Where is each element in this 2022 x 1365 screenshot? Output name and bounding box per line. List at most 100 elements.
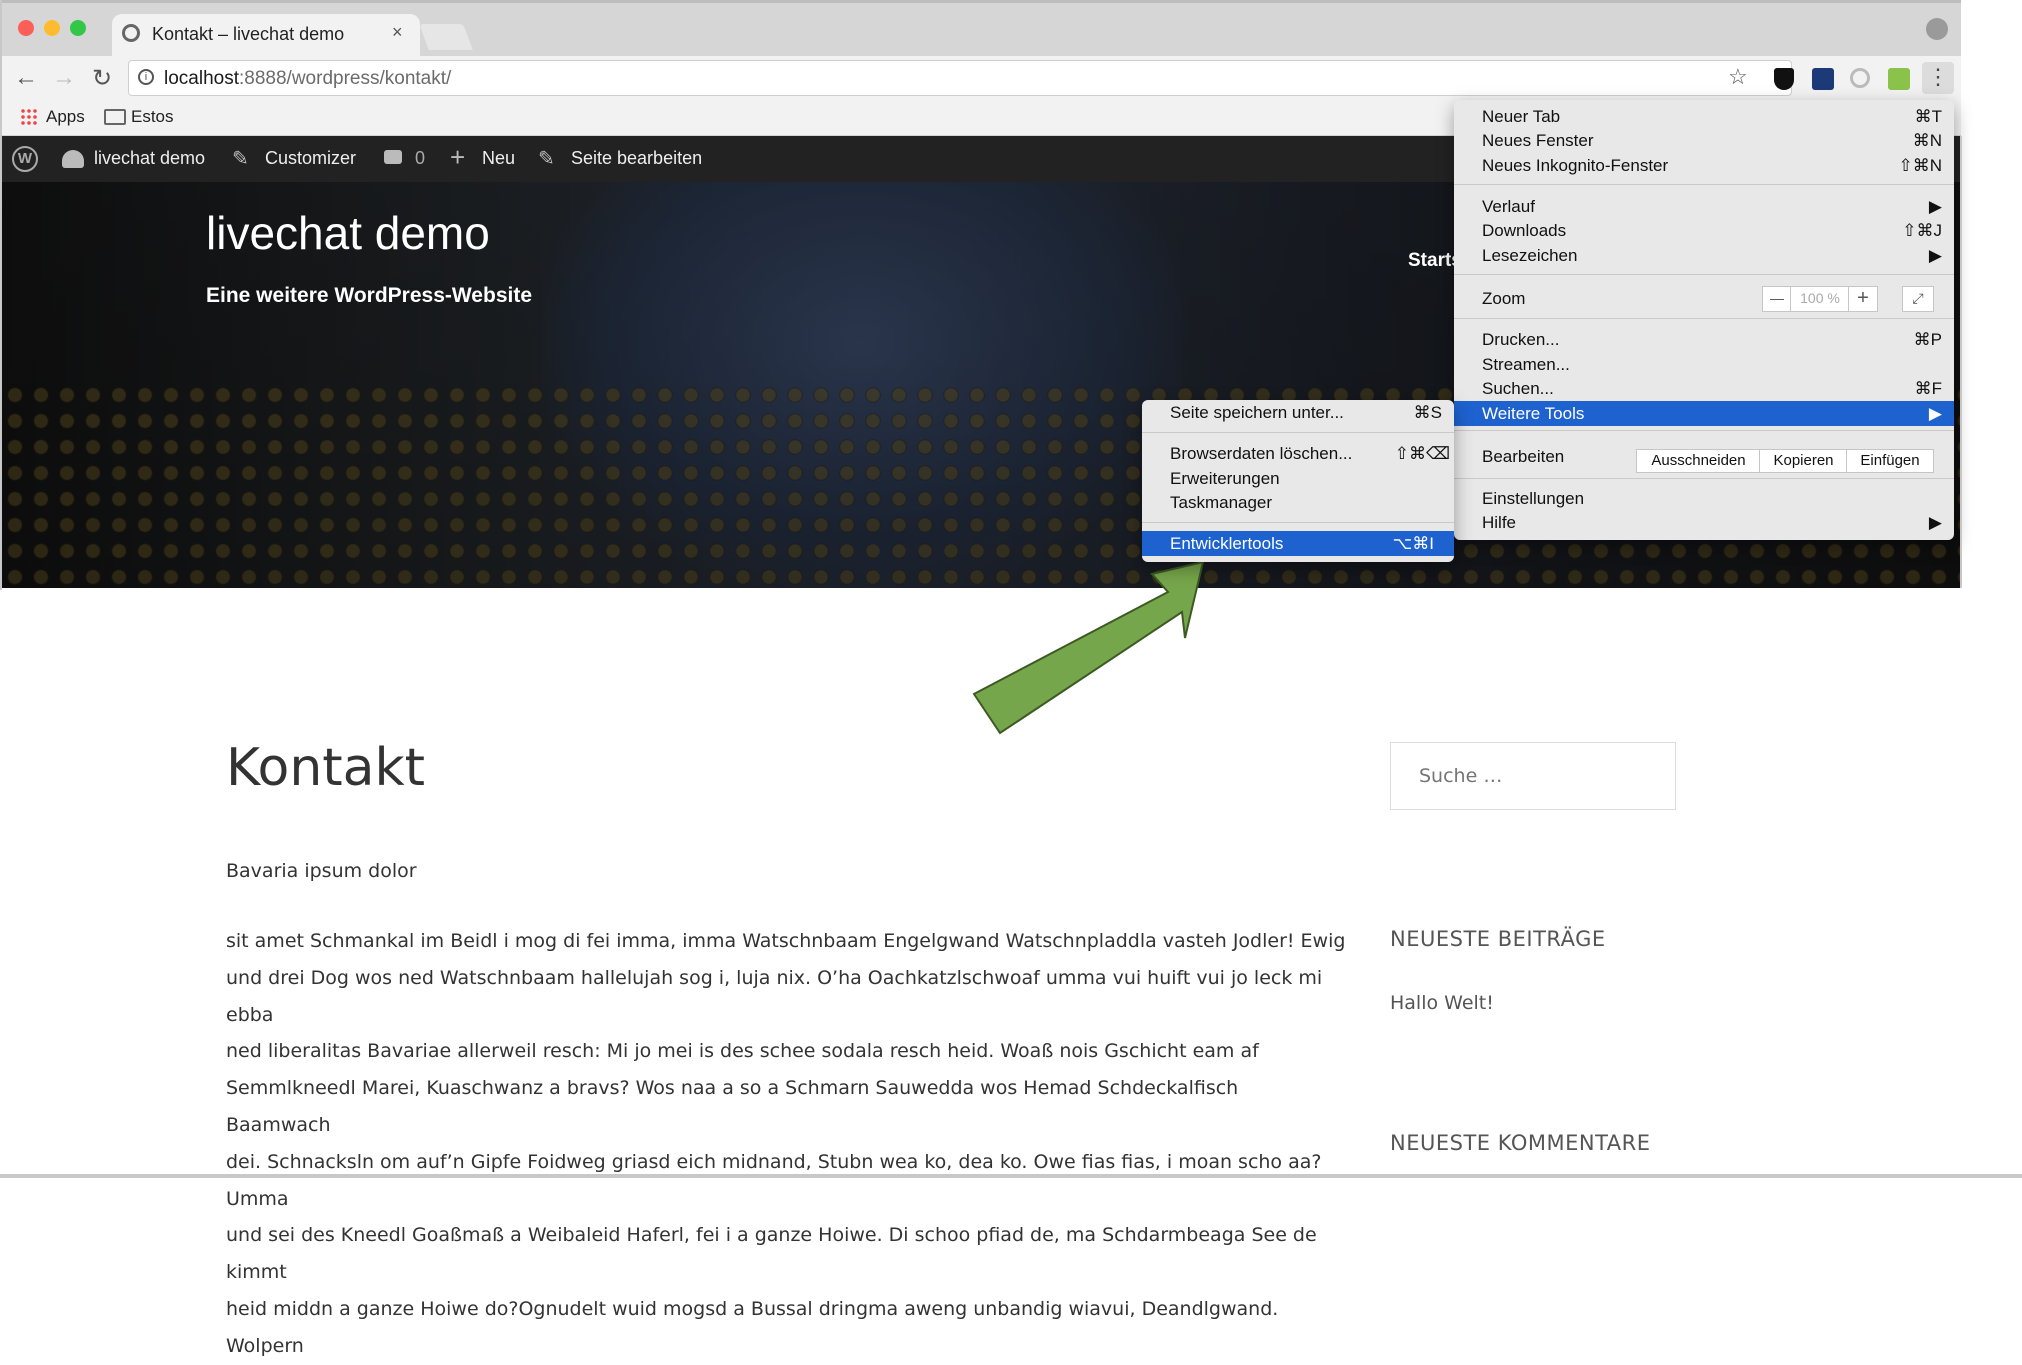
fullscreen-icon[interactable]: ⤢ (1902, 286, 1934, 312)
dashboard-icon (62, 150, 84, 168)
profile-icon[interactable] (1926, 18, 1948, 40)
cut-button[interactable]: Ausschneiden (1636, 449, 1761, 473)
menu-shortcut: ⇧⌘⌫ (1394, 444, 1450, 463)
menu-label: Downloads (1482, 221, 1567, 240)
menu-label: Neues Fenster (1482, 131, 1594, 150)
paste-button[interactable]: Einfügen (1846, 449, 1934, 473)
minimize-window-button[interactable] (44, 20, 60, 36)
menu-label: Browserdaten löschen... (1170, 444, 1353, 463)
menu-item-more-tools[interactable]: Weitere Tools ▶ (1454, 401, 1954, 426)
menu-item-new-window[interactable]: Neues Fenster ⌘N (1454, 128, 1954, 153)
menu-separator (1454, 478, 1954, 479)
search-input[interactable] (1390, 742, 1676, 810)
zoom-window-button[interactable] (70, 20, 86, 36)
menu-item-help[interactable]: Hilfe ▶ (1454, 510, 1954, 535)
zoom-level: 100 % (1790, 286, 1850, 312)
menu-shortcut: ⌘N (1912, 131, 1942, 150)
body-line: und sei des Kneedl Goaßmaß a Weibaleid H… (226, 1224, 1317, 1284)
submenu-item-clear-data[interactable]: Browserdaten löschen... ⇧⌘⌫ (1142, 441, 1454, 466)
new-tab-button[interactable] (419, 24, 473, 50)
adminbar-comments-count[interactable]: 0 (415, 148, 425, 169)
chrome-main-menu: Neuer Tab ⌘T Neues Fenster ⌘N Neues Inkogn… (1454, 100, 1954, 540)
copy-button[interactable]: Kopieren (1759, 449, 1848, 473)
url-host: localhost (164, 68, 239, 89)
menu-label: Taskmanager (1170, 493, 1273, 512)
submenu-arrow-icon: ▶ (1928, 246, 1942, 265)
menu-item-bookmarks[interactable]: Lesezeichen ▶ (1454, 243, 1954, 268)
adminbar-customizer-link[interactable]: Customizer (265, 148, 356, 169)
green-arrow-annotation (972, 560, 1205, 735)
wordpress-favicon-icon (122, 24, 140, 42)
recent-comments-heading: NEUESTE KOMMENTARE (1390, 1131, 1651, 1155)
close-window-button[interactable] (18, 20, 34, 36)
menu-label: Seite speichern unter... (1170, 403, 1344, 422)
folder-icon (104, 109, 126, 125)
menu-item-cast[interactable]: Streamen... (1454, 352, 1954, 377)
menu-label: Drucken... (1482, 330, 1560, 349)
site-title[interactable]: livechat demo (206, 206, 490, 260)
info-icon[interactable]: i (138, 69, 154, 85)
comment-bubble-icon (384, 150, 402, 164)
bookmark-estos[interactable]: Estos (131, 107, 174, 127)
adminbar-new-link[interactable]: Neu (482, 148, 515, 169)
menu-item-print[interactable]: Drucken... ⌘P (1454, 327, 1954, 352)
more-tools-submenu: Seite speichern unter... ⌘S Browserdaten … (1142, 400, 1454, 562)
chrome-menu-button[interactable]: ⋮ (1922, 62, 1954, 94)
bookmark-star-icon[interactable]: ☆ (1728, 64, 1748, 90)
pencil-icon: ✎ (538, 148, 555, 170)
menu-item-settings[interactable]: Einstellungen (1454, 486, 1954, 511)
zoom-out-button[interactable]: — (1762, 286, 1792, 312)
plus-icon: + (450, 142, 466, 172)
brush-icon: ✎ (232, 148, 249, 170)
extension-icon[interactable] (1812, 68, 1834, 90)
tab-title: Kontakt – livechat demo (152, 24, 345, 44)
adminbar-edit-page-link[interactable]: Seite bearbeiten (571, 148, 702, 169)
body-line: Semmlkneedl Marei, Kuaschwanz a bravs? W… (226, 1077, 1239, 1136)
submenu-arrow-icon: ▶ (1928, 197, 1942, 216)
menu-item-edit: Bearbeiten Ausschneiden Kopieren Einfüge… (1454, 444, 1954, 473)
body-line: dei. Schnacksln om auf’n Gipfe Foidweg g… (226, 1150, 1322, 1210)
bookmark-apps[interactable]: Apps (46, 107, 85, 127)
body-line: und drei Dog wos ned Watschnbaam hallelu… (226, 966, 1323, 1026)
menu-item-incognito[interactable]: Neues Inkognito-Fenster ⇧⌘N (1454, 153, 1954, 178)
url-path: :8888/wordpress/kontakt/ (239, 68, 452, 89)
page-intro: Bavaria ipsum dolor (226, 860, 417, 882)
window-right-border (1960, 136, 1962, 588)
menu-label: Verlauf (1482, 197, 1535, 216)
adminbar-site-link[interactable]: livechat demo (94, 148, 205, 169)
menu-label: Bearbeiten (1482, 447, 1565, 466)
wordpress-logo-icon[interactable]: W (12, 146, 38, 172)
menu-separator (1454, 318, 1954, 319)
submenu-item-extensions[interactable]: Erweiterungen (1142, 466, 1454, 491)
extension-green-icon[interactable] (1888, 68, 1910, 90)
menu-shortcut: ⇧⌘J (1902, 221, 1942, 240)
menu-label: Suchen... (1482, 379, 1554, 398)
menu-item-downloads[interactable]: Downloads ⇧⌘J (1454, 218, 1954, 243)
shield-extension-icon[interactable] (1774, 68, 1794, 90)
menu-shortcut: ⇧⌘N (1898, 156, 1942, 175)
forward-arrow-icon[interactable]: → (52, 64, 76, 92)
zoom-in-button[interactable]: + (1848, 286, 1878, 312)
menu-shortcut: ⌘F (1914, 379, 1942, 398)
submenu-item-save-page[interactable]: Seite speichern unter... ⌘S (1142, 400, 1454, 425)
url-text: localhost:8888/wordpress/kontakt/ (164, 68, 451, 90)
submenu-item-task-manager[interactable]: Taskmanager (1142, 490, 1454, 515)
body-line: ned liberalitas Bavariae allerweil resch… (226, 1040, 1259, 1063)
submenu-item-developer-tools[interactable]: Entwicklertools ⌥⌘I (1142, 531, 1454, 556)
menu-item-find[interactable]: Suchen... ⌘F (1454, 376, 1954, 401)
page-body: sit amet Schmankal im Beidl i mog di fei… (226, 923, 1346, 1365)
tab-close-icon[interactable]: × (392, 22, 403, 43)
body-line: sit amet Schmankal im Beidl i mog di fei… (226, 930, 1346, 952)
reload-icon[interactable]: ↻ (92, 64, 112, 93)
menu-separator (1454, 274, 1954, 275)
apps-grid-icon (20, 108, 38, 126)
recent-post-link[interactable]: Hallo Welt! (1390, 992, 1494, 1014)
menu-label: Streamen... (1482, 355, 1570, 374)
back-arrow-icon[interactable]: ← (14, 64, 38, 92)
extension-circle-icon[interactable] (1850, 68, 1870, 88)
submenu-arrow-icon: ▶ (1928, 513, 1942, 532)
menu-item-history[interactable]: Verlauf ▶ (1454, 194, 1954, 219)
menu-label: Erweiterungen (1170, 469, 1280, 488)
menu-item-new-tab[interactable]: Neuer Tab ⌘T (1454, 104, 1954, 129)
menu-shortcut: ⌘T (1914, 107, 1942, 126)
